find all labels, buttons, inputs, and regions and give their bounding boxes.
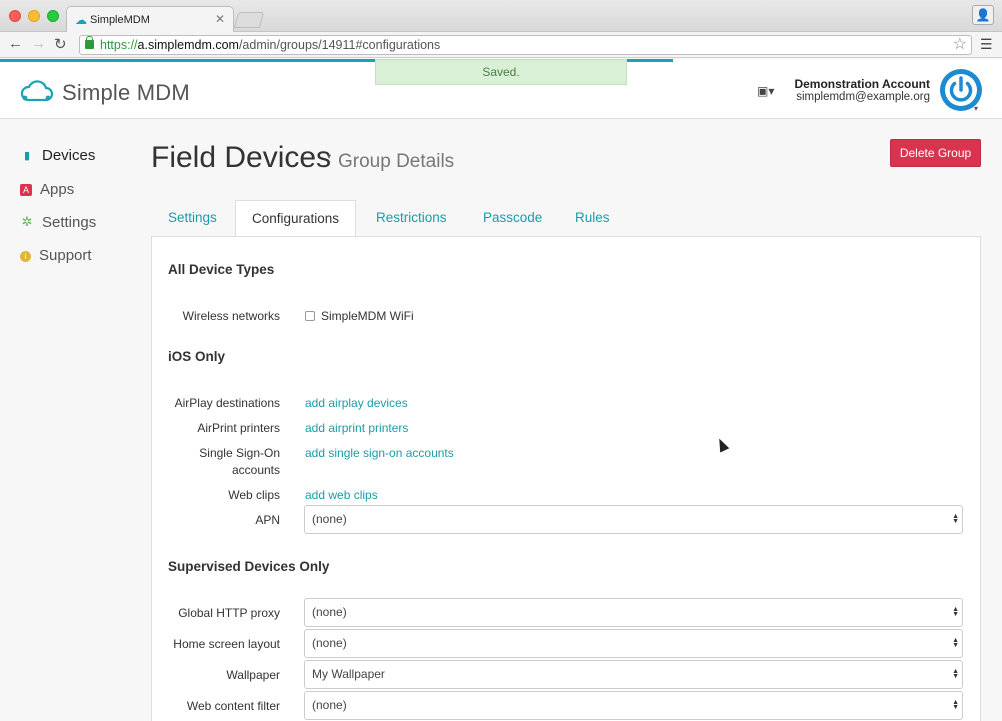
- cloud-logo-icon: [20, 80, 54, 102]
- tab-configurations[interactable]: Configurations: [235, 200, 357, 237]
- proxy-selected-value: (none): [312, 605, 347, 619]
- browser-toolbar: ← → ↻ https://a.simplemdm.com/admin/grou…: [0, 32, 1002, 58]
- wifi-checkbox[interactable]: [305, 311, 315, 321]
- url-text: https://a.simplemdm.com/admin/groups/149…: [100, 36, 440, 54]
- browser-titlebar: ☁ SimpleMDM ✕ 👤: [0, 0, 1002, 33]
- homescreen-selected-value: (none): [312, 636, 347, 650]
- webfilter-label: Web content filter: [186, 699, 280, 713]
- webfilter-selected-value: (none): [312, 698, 347, 712]
- sso-label-line1: Single Sign-On: [199, 446, 280, 460]
- title-dropdown-caret-icon[interactable]: ▾: [327, 152, 331, 161]
- forward-arrow-icon[interactable]: →: [31, 35, 46, 52]
- tab-passcode[interactable]: Passcode: [483, 200, 542, 237]
- logo[interactable]: Simple MDM: [20, 79, 190, 108]
- minimize-window-button[interactable]: [28, 10, 40, 22]
- select-arrows-icon: ▲ ▼: [952, 637, 959, 649]
- tab-close-icon[interactable]: ✕: [215, 12, 225, 26]
- sidebar-item-label: Settings: [42, 214, 97, 231]
- airprint-label: AirPrint printers: [197, 421, 280, 435]
- section-all-device-types: All Device Types: [168, 262, 275, 277]
- add-sso-link[interactable]: add single sign-on accounts: [305, 446, 454, 460]
- add-airprint-link[interactable]: add airprint printers: [305, 421, 408, 435]
- gear-icon: ✲: [21, 214, 33, 229]
- select-arrows-icon: ▲ ▼: [952, 699, 959, 711]
- browser-tab[interactable]: ☁ SimpleMDM ✕: [66, 6, 234, 33]
- wireless-networks-label: Wireless networks: [182, 309, 280, 323]
- zoom-window-button[interactable]: [47, 10, 59, 22]
- add-webclips-link[interactable]: add web clips: [305, 488, 378, 502]
- page-subtitle: Group Details: [338, 151, 455, 172]
- sidebar-item-settings[interactable]: ✲ Settings: [20, 214, 97, 231]
- tab-settings[interactable]: Settings: [168, 200, 217, 237]
- select-arrows-icon: ▲ ▼: [952, 513, 959, 525]
- webclips-label: Web clips: [228, 488, 280, 502]
- brand-name: Simple MDM: [62, 80, 190, 105]
- url-path: /admin/groups/14911#configurations: [238, 38, 441, 52]
- address-bar[interactable]: https://a.simplemdm.com/admin/groups/149…: [79, 35, 972, 55]
- saved-notification: Saved.: [375, 59, 627, 85]
- close-window-button[interactable]: [9, 10, 21, 22]
- reload-icon[interactable]: ↻: [54, 35, 67, 53]
- info-icon: i: [20, 251, 31, 262]
- sidebar-item-label: Support: [39, 247, 92, 264]
- wallpaper-label: Wallpaper: [226, 668, 280, 682]
- cloud-icon: ☁: [75, 13, 87, 27]
- proxy-select[interactable]: (none) ▲ ▼: [304, 598, 963, 627]
- sidebar-item-apps[interactable]: A Apps: [20, 181, 74, 198]
- sidebar-item-label: Apps: [40, 181, 75, 198]
- account-email[interactable]: simplemdm@example.org: [796, 91, 930, 103]
- tab-bar: Settings Configurations Restrictions Pas…: [151, 200, 981, 237]
- tab-rules[interactable]: Rules: [575, 200, 610, 237]
- app-icon: A: [20, 184, 32, 196]
- homescreen-label: Home screen layout: [173, 637, 280, 651]
- apn-label: APN: [255, 513, 280, 527]
- account-name[interactable]: Demonstration Account: [794, 77, 930, 91]
- sidebar-item-devices[interactable]: ▮ Devices: [20, 147, 95, 164]
- account-caret-icon[interactable]: ▾: [974, 104, 978, 113]
- page-title[interactable]: Field Devices: [151, 141, 331, 175]
- wallpaper-selected-value: My Wallpaper: [312, 667, 385, 681]
- delete-group-button[interactable]: Delete Group: [890, 139, 981, 167]
- section-supervised: Supervised Devices Only: [168, 559, 330, 574]
- tab-restrictions[interactable]: Restrictions: [376, 200, 447, 237]
- tab-title: SimpleMDM: [90, 14, 150, 26]
- sso-label-line2: accounts: [231, 463, 280, 477]
- bookmark-star-icon[interactable]: ☆: [953, 36, 967, 54]
- new-tab-button[interactable]: [233, 12, 265, 28]
- sidebar-item-label: Devices: [42, 147, 96, 164]
- section-ios-only: iOS Only: [168, 349, 226, 364]
- hamburger-menu-icon[interactable]: ☰: [980, 36, 993, 53]
- proxy-label: Global HTTP proxy: [178, 606, 280, 620]
- inbox-dropdown-icon[interactable]: ▣▾: [757, 84, 774, 98]
- lock-icon: [85, 36, 94, 49]
- homescreen-select[interactable]: (none) ▲ ▼: [304, 629, 963, 658]
- url-host: a.simplemdm.com: [137, 38, 239, 52]
- add-airplay-link[interactable]: add airplay devices: [305, 396, 408, 410]
- wifi-checkbox-label[interactable]: SimpleMDM WiFi: [321, 309, 414, 323]
- select-arrows-icon: ▲ ▼: [952, 668, 959, 680]
- apn-selected-value: (none): [312, 512, 347, 526]
- webfilter-select[interactable]: (none) ▲ ▼: [304, 691, 963, 720]
- airplay-label: AirPlay destinations: [174, 396, 280, 410]
- device-icon: ▮: [23, 150, 31, 162]
- sidebar-item-support[interactable]: i Support: [20, 247, 92, 264]
- apn-select[interactable]: (none) ▲ ▼: [304, 505, 963, 534]
- url-protocol: https://: [100, 38, 138, 52]
- profile-icon[interactable]: 👤: [972, 5, 994, 25]
- back-arrow-icon[interactable]: ←: [8, 35, 23, 52]
- select-arrows-icon: ▲ ▼: [952, 606, 959, 618]
- wallpaper-select[interactable]: My Wallpaper ▲ ▼: [304, 660, 963, 689]
